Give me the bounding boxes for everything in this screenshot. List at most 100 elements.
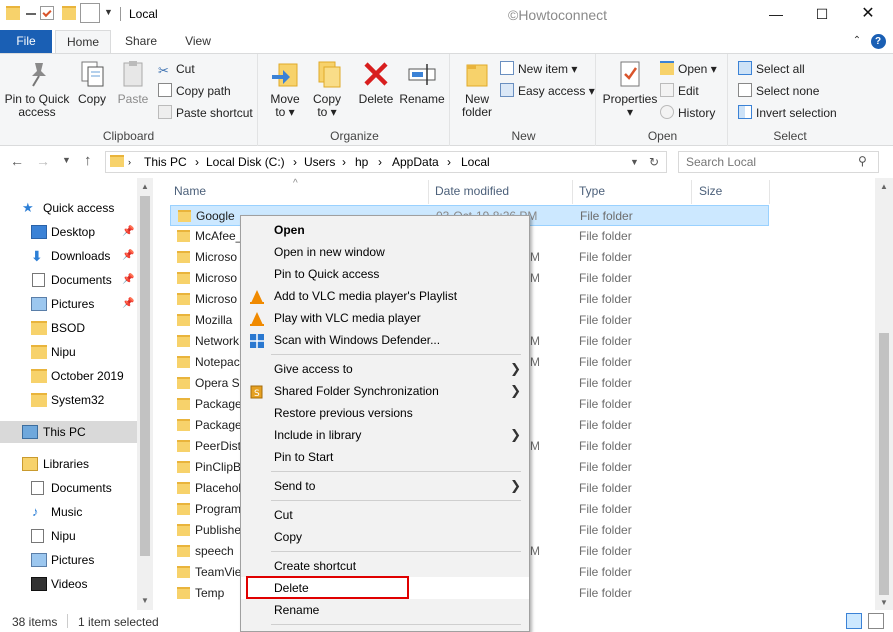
invert-selection-button[interactable]: Invert selection — [738, 103, 837, 123]
pin-icon[interactable]: 📌 — [122, 221, 134, 243]
address-bar[interactable]: › This PC › Local Disk (C:) › Users › hp… — [105, 151, 667, 173]
nav-october-2019[interactable]: October 2019 — [0, 365, 137, 387]
file-scroll-thumb[interactable] — [879, 333, 889, 595]
column-divider[interactable] — [428, 180, 429, 204]
menu-item-create-shortcut[interactable]: Create shortcut — [241, 555, 529, 577]
select-all-button[interactable]: Select all — [738, 59, 805, 79]
nav-lib-nipu[interactable]: Nipu — [0, 525, 137, 547]
edit-button[interactable]: Edit — [660, 81, 699, 101]
chevron-right-icon[interactable]: › — [128, 157, 131, 167]
menu-item-cut[interactable]: Cut — [241, 504, 529, 526]
up-arrow-icon[interactable]: ↑ — [84, 152, 92, 169]
menu-item-restore-versions[interactable]: Restore previous versions — [241, 402, 529, 424]
chevron-right-icon[interactable]: › — [293, 155, 297, 169]
move-to-button[interactable]: Move to ▾ — [265, 58, 305, 119]
new-item-button[interactable]: New item ▾ — [500, 59, 577, 79]
nav-this-pc[interactable]: This PC — [0, 421, 137, 443]
breadcrumb-appdata[interactable]: AppData — [392, 155, 439, 169]
menu-item-copy[interactable]: Copy — [241, 526, 529, 548]
menu-item-give-access[interactable]: Give access to ❯ — [241, 358, 529, 380]
search-input[interactable]: Search Local — [678, 151, 879, 173]
pin-icon[interactable]: 📌 — [122, 293, 134, 315]
search-icon[interactable]: ⚲ — [858, 154, 867, 168]
collapse-ribbon-icon[interactable]: ⌃ — [848, 30, 866, 54]
scroll-up-icon[interactable]: ▲ — [880, 182, 888, 191]
breadcrumb-local[interactable]: Local — [461, 155, 490, 169]
scroll-down-icon[interactable]: ▼ — [141, 596, 149, 605]
menu-item-include-library[interactable]: Include in library ❯ — [241, 424, 529, 446]
copy-to-button[interactable]: Copy to ▾ — [307, 58, 347, 119]
cut-button[interactable]: ✂ Cut — [158, 59, 195, 79]
pin-quick-access-button[interactable]: Pin to Quick access — [2, 58, 72, 119]
easy-access-button[interactable]: Easy access ▾ — [500, 81, 595, 101]
refresh-icon[interactable]: ↻ — [649, 155, 659, 169]
file-list-scrollbar[interactable]: ▲ ▼ — [875, 178, 893, 610]
nav-bsod[interactable]: BSOD — [0, 317, 137, 339]
chevron-right-icon[interactable]: › — [195, 155, 199, 169]
scroll-down-icon[interactable]: ▼ — [880, 598, 888, 607]
forward-arrow-icon[interactable]: → — [36, 153, 50, 169]
scroll-up-icon[interactable]: ▲ — [141, 182, 149, 191]
rename-button[interactable]: Rename — [399, 58, 445, 106]
new-folder-icon[interactable] — [62, 6, 76, 20]
copy-button[interactable]: Copy — [72, 58, 112, 106]
column-header-date[interactable]: Date modified — [435, 184, 509, 198]
column-divider[interactable] — [691, 180, 692, 204]
tab-home[interactable]: Home — [55, 30, 111, 54]
open-button[interactable]: Open ▾ — [660, 59, 717, 79]
back-arrow-icon[interactable]: ← — [10, 153, 24, 169]
tab-file[interactable]: File — [0, 30, 52, 54]
nav-scroll-thumb[interactable] — [140, 196, 150, 556]
chevron-right-icon[interactable]: › — [447, 155, 451, 169]
nav-quick-access[interactable]: ★ Quick access — [0, 197, 137, 219]
large-icons-view-icon[interactable] — [868, 613, 884, 629]
menu-item-vlc-add-playlist[interactable]: Add to VLC media player's Playlist — [241, 285, 529, 307]
nav-desktop[interactable]: Desktop 📌 — [0, 221, 137, 243]
column-header-type[interactable]: Type — [579, 184, 605, 198]
nav-lib-documents[interactable]: Documents — [0, 477, 137, 499]
nav-lib-videos[interactable]: Videos — [0, 573, 137, 595]
nav-documents[interactable]: Documents 📌 — [0, 269, 137, 291]
breadcrumb-local-disk[interactable]: Local Disk (C:) — [206, 155, 285, 169]
menu-item-send-to[interactable]: Send to ❯ — [241, 475, 529, 497]
menu-item-shared-folder-sync[interactable]: S Shared Folder Synchronization ❯ — [241, 380, 529, 402]
nav-downloads[interactable]: ⬇ Downloads 📌 — [0, 245, 137, 267]
menu-item-pin-start[interactable]: Pin to Start — [241, 446, 529, 468]
customize-qat-icon[interactable] — [80, 3, 100, 23]
nav-system32[interactable]: System32 — [0, 389, 137, 411]
nav-libraries[interactable]: Libraries — [0, 453, 137, 475]
history-button[interactable]: History — [660, 103, 715, 123]
chevron-down-icon[interactable]: ▼ — [104, 7, 118, 21]
breadcrumb-this-pc[interactable]: This PC — [144, 155, 187, 169]
pin-icon[interactable]: 📌 — [122, 245, 134, 267]
select-none-button[interactable]: Select none — [738, 81, 819, 101]
nav-pictures[interactable]: Pictures 📌 — [0, 293, 137, 315]
maximize-button[interactable]: ☐ — [799, 0, 845, 28]
details-view-icon[interactable] — [846, 613, 862, 629]
nav-lib-pictures[interactable]: Pictures — [0, 549, 137, 571]
paste-shortcut-button[interactable]: Paste shortcut — [158, 103, 253, 123]
paste-button[interactable]: Paste — [112, 58, 154, 106]
recent-locations-icon[interactable]: ▼ — [62, 155, 71, 165]
properties-button[interactable]: Properties ▾ — [601, 58, 659, 119]
nav-lib-music[interactable]: ♪ Music — [0, 501, 137, 523]
menu-item-rename[interactable]: Rename — [241, 599, 529, 621]
nav-scrollbar[interactable]: ▲ ▼ — [137, 178, 153, 610]
tab-view[interactable]: View — [170, 30, 226, 54]
menu-item-open-new-window[interactable]: Open in new window — [241, 241, 529, 263]
minimize-button[interactable]: — — [753, 0, 799, 28]
delete-button[interactable]: Delete — [355, 58, 397, 106]
column-header-name[interactable]: Name — [174, 184, 206, 198]
chevron-down-icon[interactable]: ▼ — [630, 157, 639, 167]
column-divider[interactable] — [769, 180, 770, 204]
column-header-size[interactable]: Size — [699, 184, 722, 198]
tab-share[interactable]: Share — [115, 30, 167, 54]
column-divider[interactable] — [572, 180, 573, 204]
chevron-right-icon[interactable]: › — [342, 155, 346, 169]
properties-icon[interactable] — [40, 6, 54, 20]
new-folder-button[interactable]: New folder — [456, 58, 498, 119]
pin-icon[interactable]: 📌 — [122, 269, 134, 291]
chevron-right-icon[interactable]: › — [378, 155, 382, 169]
copy-path-button[interactable]: Copy path — [158, 81, 231, 101]
menu-item-vlc-play[interactable]: Play with VLC media player — [241, 307, 529, 329]
